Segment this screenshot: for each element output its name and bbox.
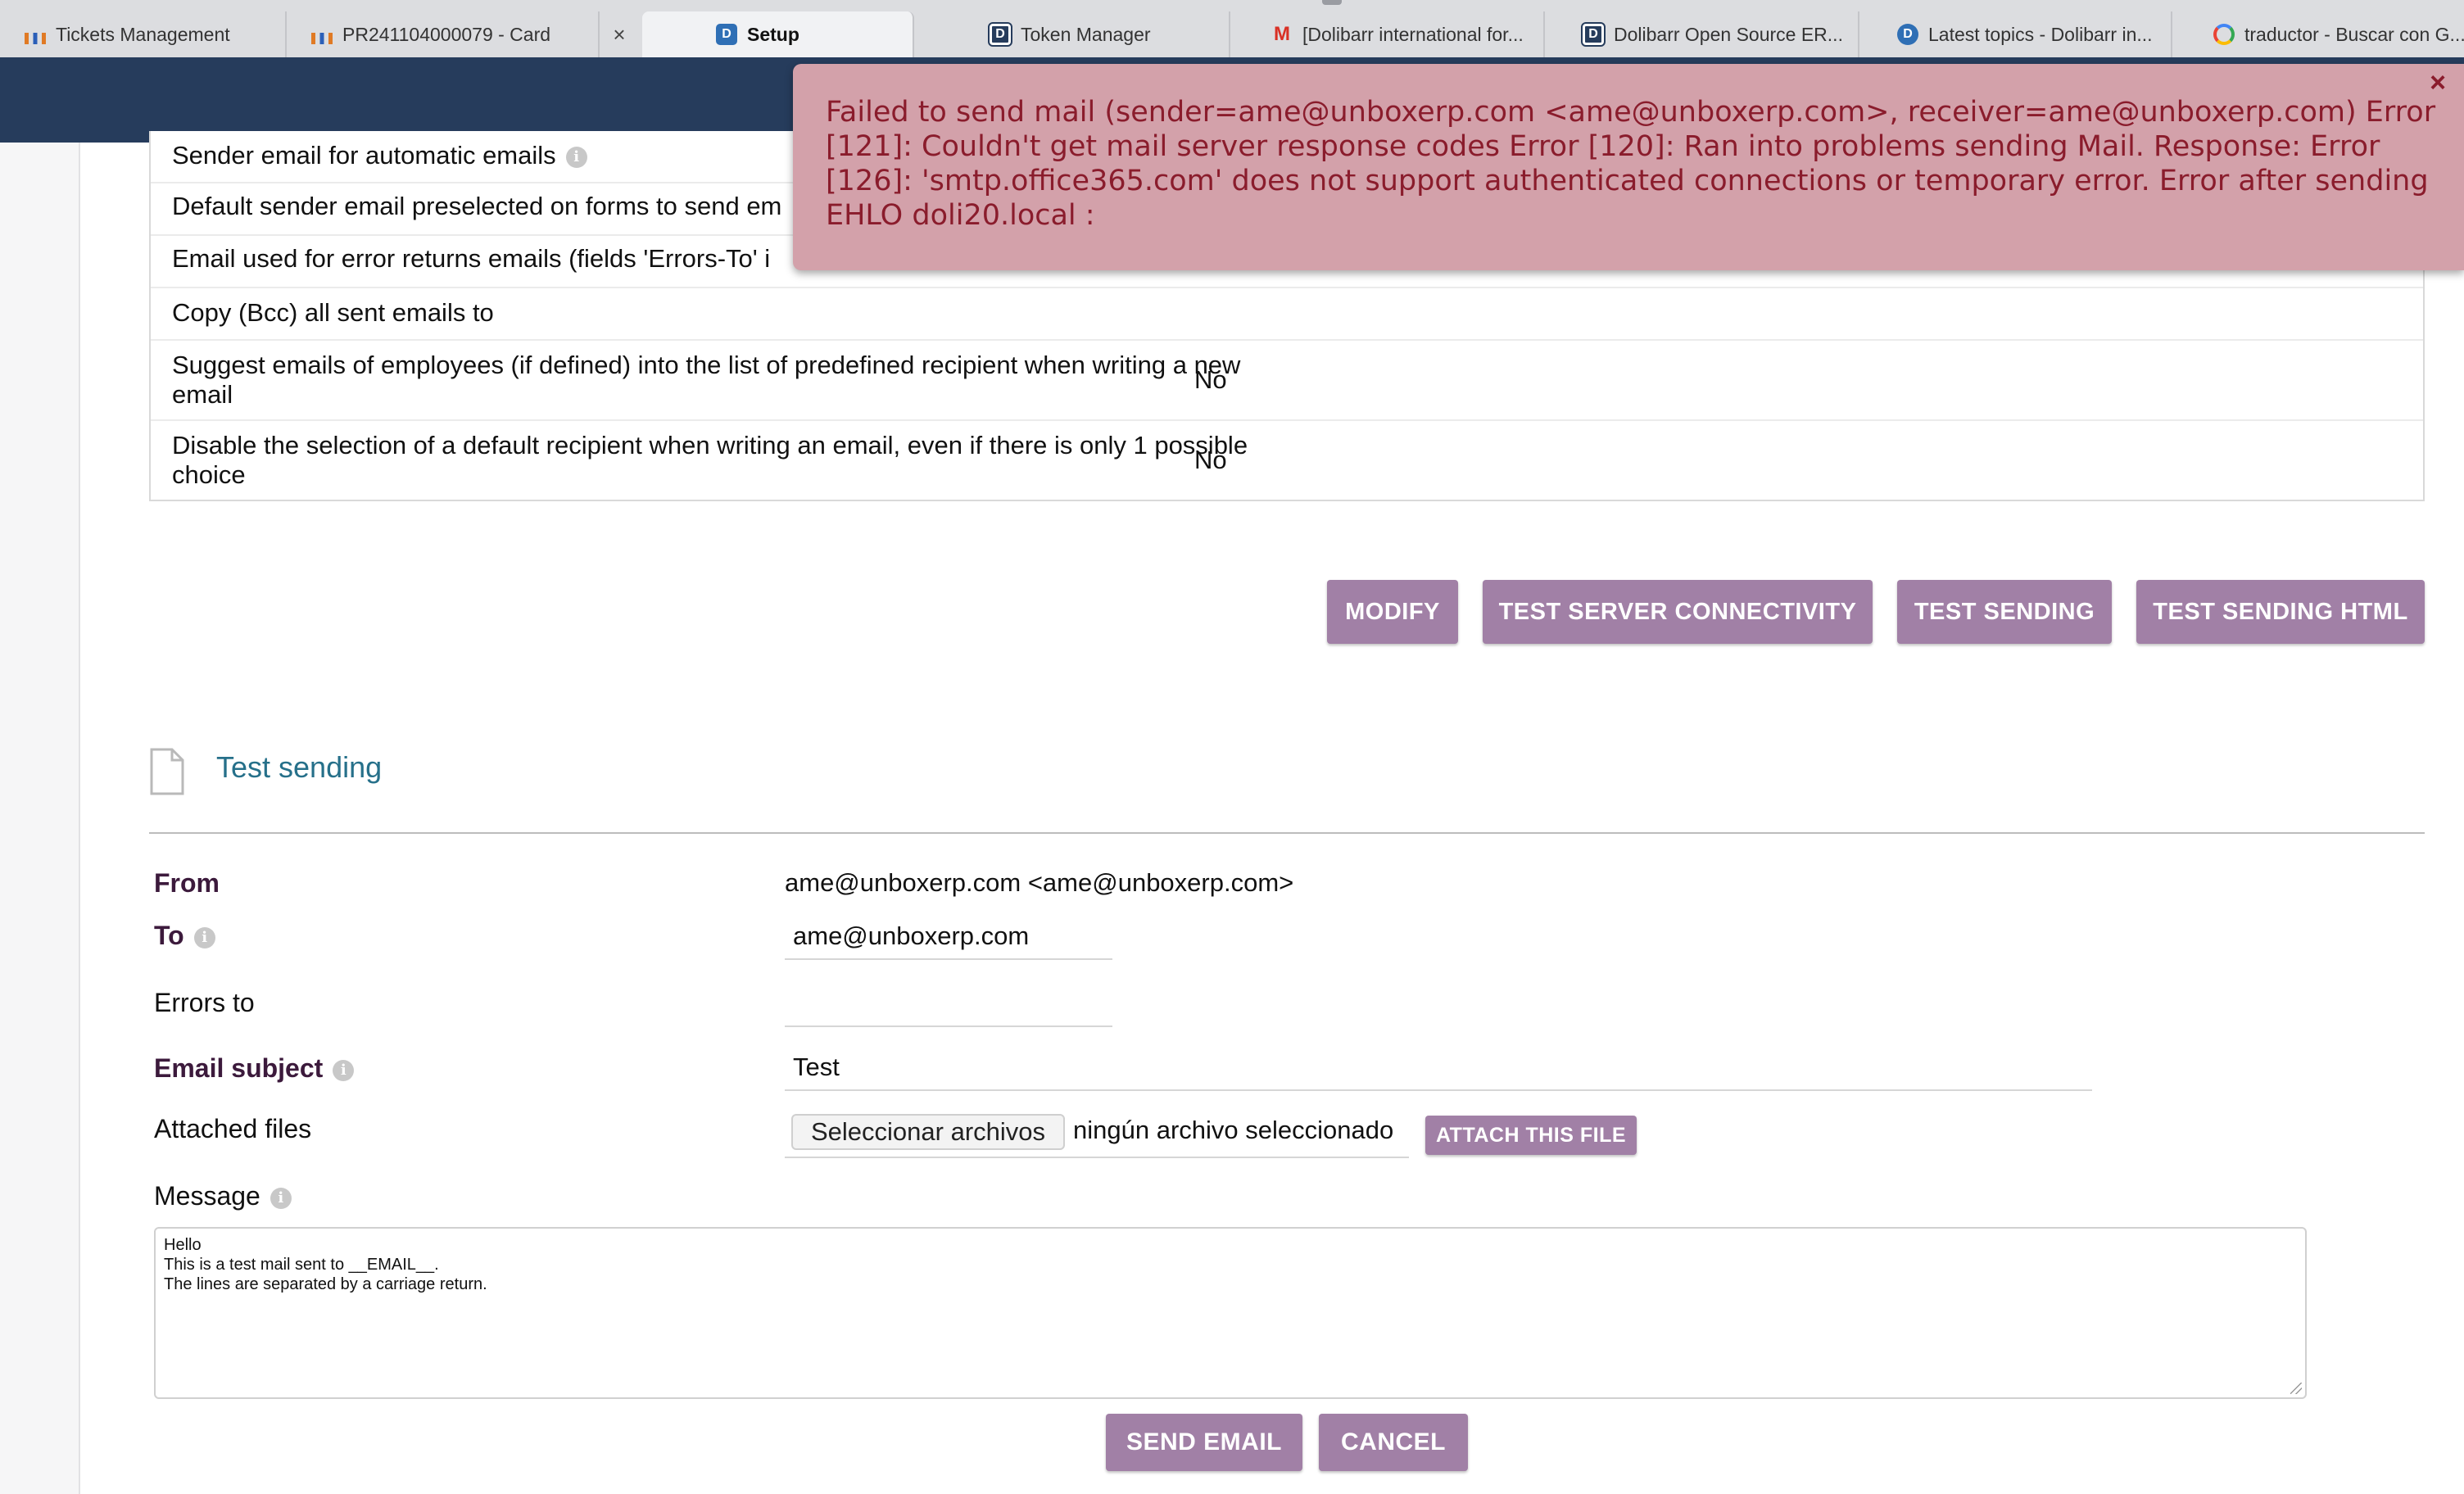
error-notification: Failed to send mail (sender=ame@unboxerp… [793,64,2464,270]
tab-latest-topics[interactable]: D Latest topics - Dolibarr in... [1859,11,2172,57]
resize-handle-icon[interactable] [2290,1383,2302,1394]
settings-row-label: Disable the selection of a default recip… [172,431,1248,489]
tab-dolibarr-open-source[interactable]: D Dolibarr Open Source ER... [1545,11,1859,57]
settings-row-value: No [1194,446,1227,474]
subject-label: Email subject i [154,1053,355,1084]
tab-label: [Dolibarr international for... [1302,23,1524,45]
tab-dolibarr-international[interactable]: M [Dolibarr international for... [1230,11,1545,57]
document-icon [150,748,184,795]
subject-field[interactable]: Test [785,1047,2092,1091]
tab-label: Tickets Management [56,23,230,45]
attached-files-label: Attached files [154,1114,312,1143]
to-field[interactable]: ame@unboxerp.com [785,916,1112,960]
dolibarr-d-icon: D [1581,22,1606,47]
attach-file-button[interactable]: ATTACH THIS FILE [1425,1116,1637,1155]
info-icon[interactable]: i [565,146,587,168]
message-label: Message i [154,1181,292,1211]
dolibarr-d-icon: D [988,22,1012,47]
errors-to-field[interactable] [785,983,1112,1027]
info-icon[interactable]: i [193,926,215,948]
section-divider [149,832,2425,834]
tab-label: traductor - Buscar con G... [2244,23,2464,45]
tab-label: PR241104000079 - Card [342,23,551,45]
tab-label: Setup [747,23,799,45]
tab-tickets-management[interactable]: Tickets Management [0,11,287,57]
info-icon[interactable]: i [270,1187,292,1209]
modify-button[interactable]: MODIFY [1327,580,1458,644]
close-icon[interactable]: × [2430,67,2446,99]
settings-row: Suggest emails of employees (if defined)… [151,339,2423,419]
dolibarr-forum-icon: D [1897,24,1918,45]
settings-row: Copy (Bcc) all sent emails to [151,287,2423,339]
tab-label: Dolibarr Open Source ER... [1614,23,1843,45]
message-textarea[interactable]: Hello This is a test mail sent to __EMAI… [154,1227,2307,1399]
google-icon [2213,24,2235,45]
settings-row-label: Copy (Bcc) all sent emails to [172,298,494,327]
message-text: Hello This is a test mail sent to __EMAI… [164,1236,487,1293]
settings-row-label: Suggest emails of employees (if defined)… [172,351,1241,409]
tab-close-icon[interactable]: × [596,11,642,57]
no-file-selected-text: ningún archivo seleccionado [1073,1116,1394,1144]
test-sending-button[interactable]: TEST SENDING [1897,580,2112,644]
from-label: From [154,868,220,898]
gmail-icon: M [1274,23,1290,45]
to-label: To i [154,921,215,951]
test-server-connectivity-button[interactable]: TEST SERVER CONNECTIVITY [1483,580,1873,644]
section-title: Test sending [216,750,383,784]
tab-label: Latest topics - Dolibarr in... [1928,23,2153,45]
dolibarr-bars-icon [25,33,46,44]
from-value: ame@unboxerp.com <ame@unboxerp.com> [785,868,1294,897]
tab-label: Token Manager [1021,23,1151,45]
info-icon[interactable]: i [333,1059,355,1081]
left-menu-gutter [0,143,80,1494]
tab-traductor[interactable]: traductor - Buscar con G... [2172,11,2464,57]
cancel-button[interactable]: CANCEL [1319,1414,1468,1471]
test-sending-html-button[interactable]: TEST SENDING HTML [2136,580,2425,644]
send-email-button[interactable]: SEND EMAIL [1106,1414,1302,1471]
tab-pr-card[interactable]: PR241104000079 - Card [287,11,600,57]
dolibarr-d-icon: D [716,24,737,45]
error-message: Failed to send mail (sender=ame@unboxerp… [826,96,2436,232]
settings-row: Disable the selection of a default recip… [151,419,2423,500]
tab-setup[interactable]: D Setup [642,11,914,57]
browser-tab-strip: Tickets Management PR241104000079 - Card… [0,0,2464,59]
errors-to-label: Errors to [154,988,255,1017]
tab-strip-notch [1322,0,1342,5]
dolibarr-bars-icon [311,33,333,44]
choose-files-button[interactable]: Seleccionar archivos [791,1114,1065,1150]
tab-token-manager[interactable]: D Token Manager [914,11,1230,57]
settings-row-value: No [1194,365,1227,394]
file-input-underline [785,1157,1409,1158]
